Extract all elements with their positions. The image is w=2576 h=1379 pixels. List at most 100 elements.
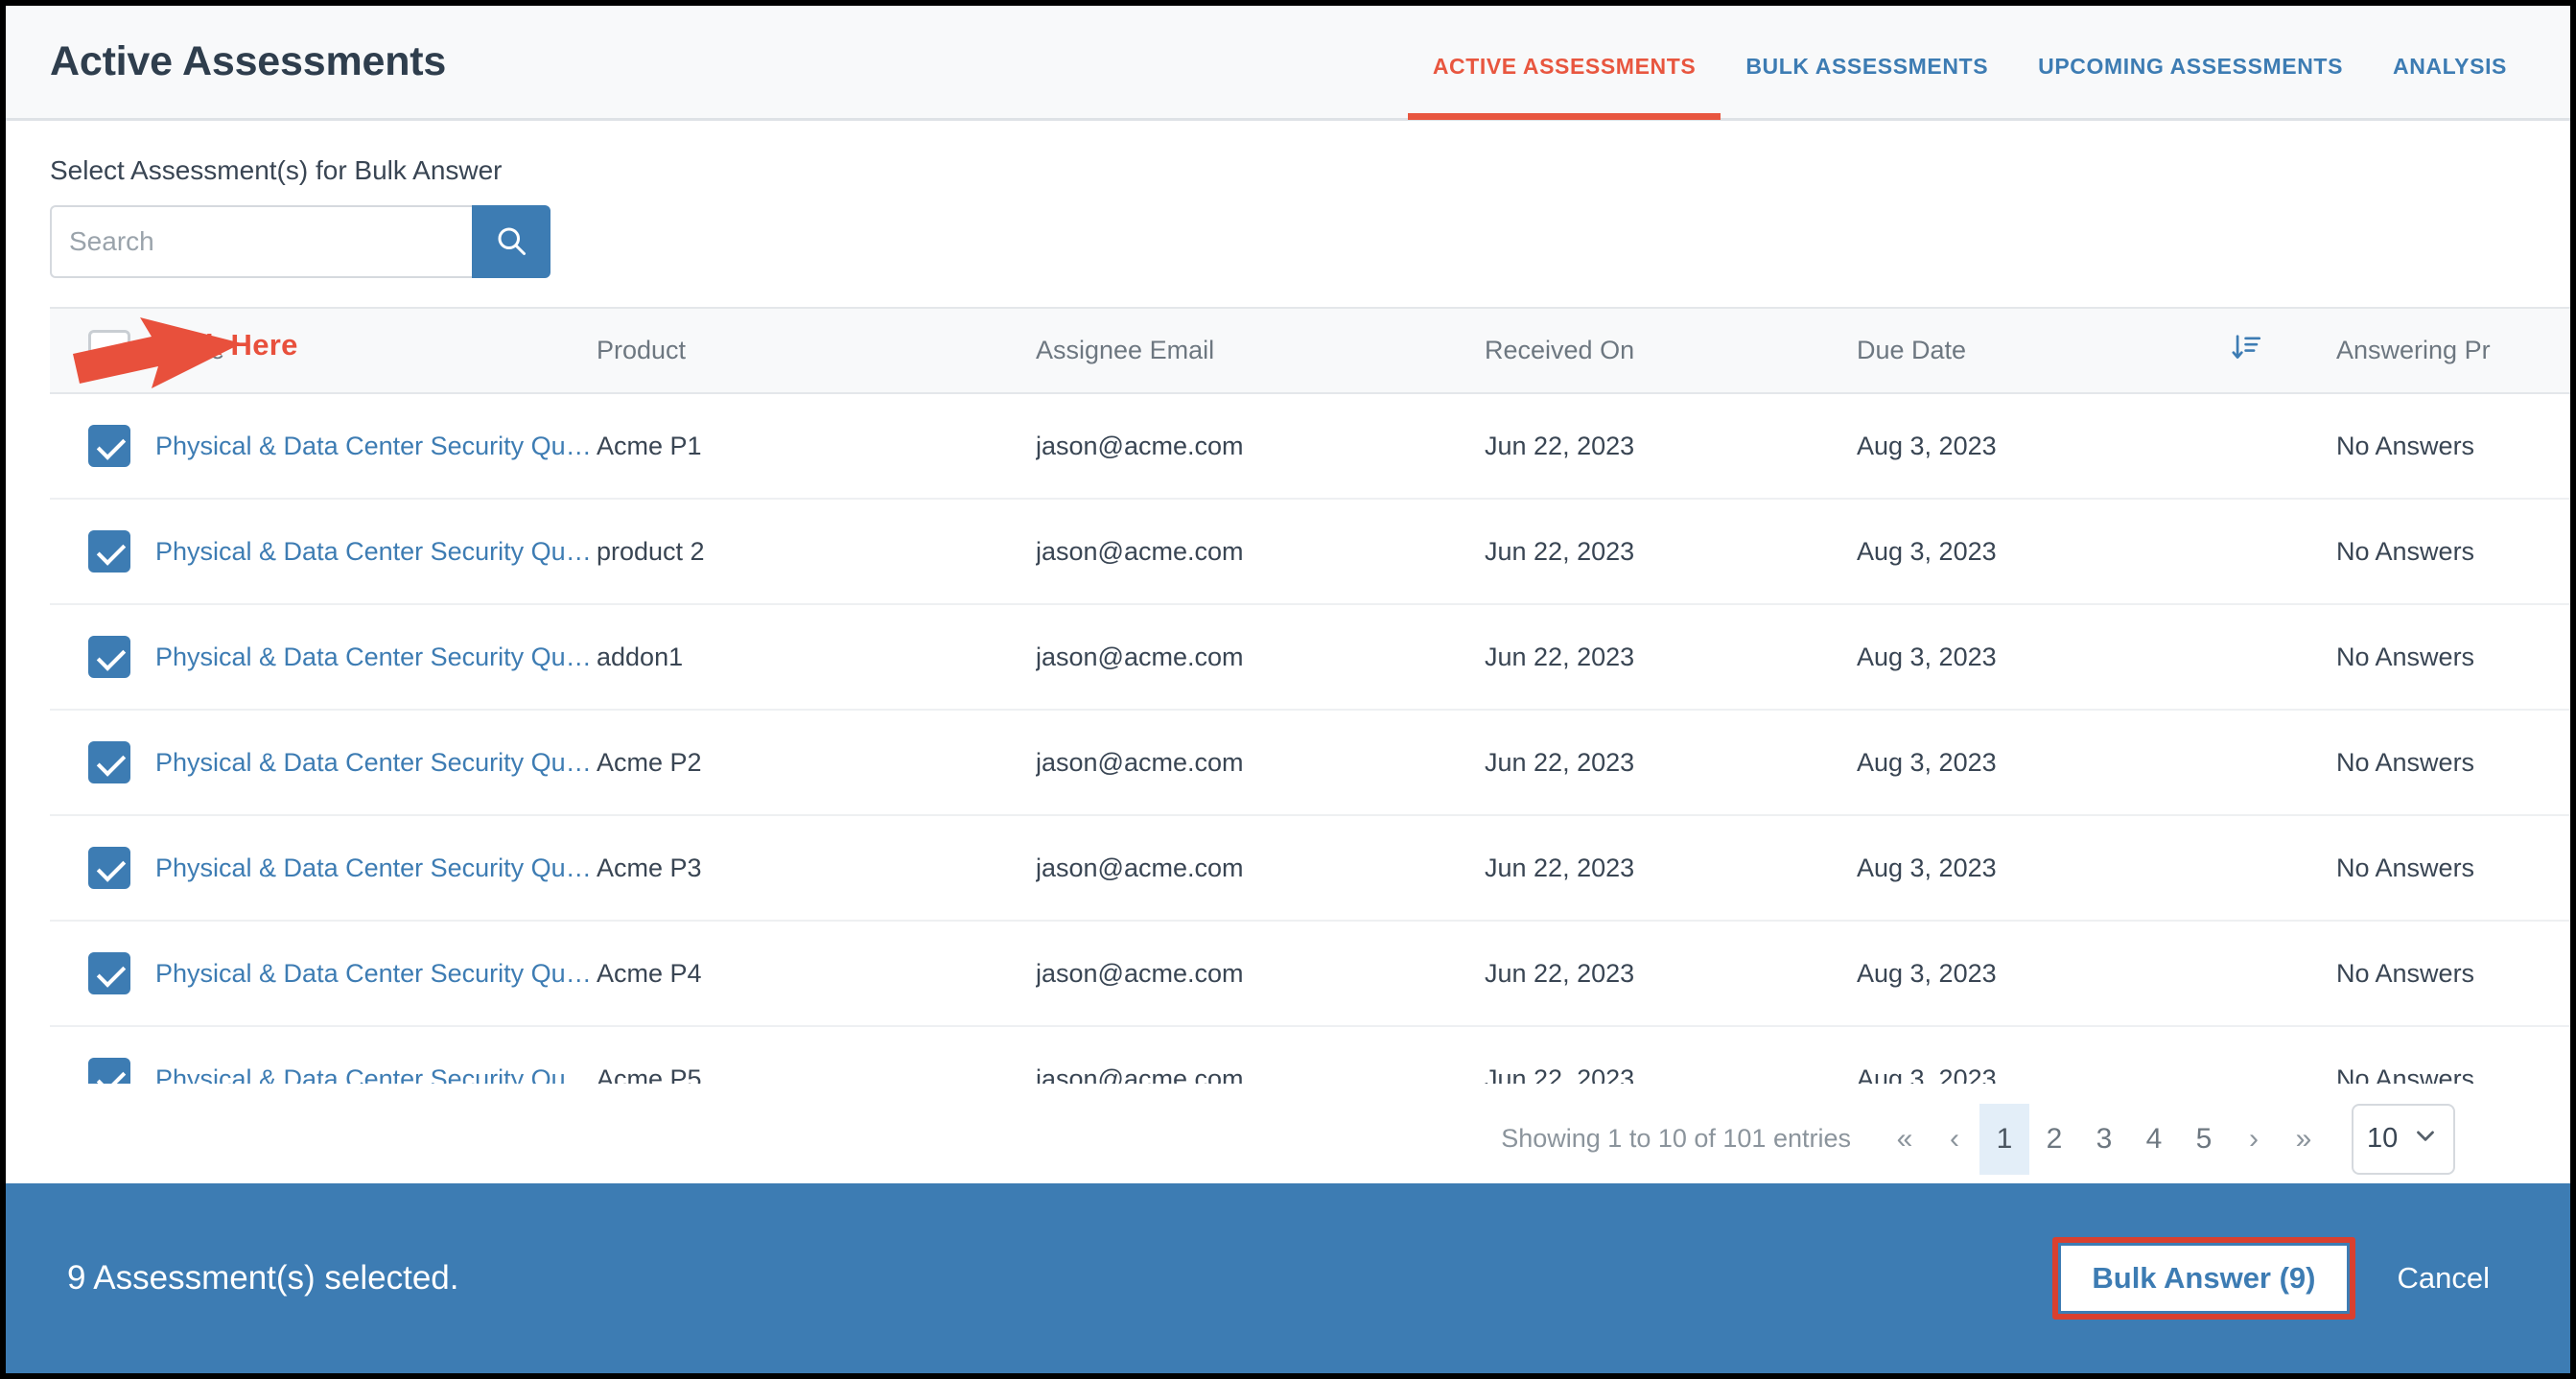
assessment-name-link[interactable]: Physical & Data Center Security Questio.… (155, 959, 597, 989)
pagination-page-1[interactable]: 1 (1979, 1103, 2029, 1175)
assessment-name-cell: Physical & Data Center Security Questio.… (155, 499, 597, 605)
pagination-prev-button[interactable]: ‹ (1930, 1104, 1979, 1175)
assignee-email-cell: jason@acme.com (1036, 815, 1485, 922)
row-checkbox[interactable] (88, 741, 130, 783)
due-date-cell: Aug 3, 2023 (1857, 1026, 2231, 1084)
search-button[interactable] (472, 205, 550, 278)
section-label: Select Assessment(s) for Bulk Answer (50, 155, 503, 185)
main-content: Select Assessment(s) for Bulk Answer Sea… (6, 121, 2570, 1260)
due-date-cell: Aug 3, 2023 (1857, 604, 2231, 711)
assignee-email-cell: jason@acme.com (1036, 499, 1485, 605)
search-group (50, 205, 550, 278)
app-window: Active Assessments ACTIVE ASSESSMENTS BU… (6, 6, 2570, 1373)
product-cell: product 2 (597, 499, 1036, 605)
table-row[interactable]: Physical & Data Center Security Questio.… (50, 815, 2570, 922)
assessment-name-cell: Physical & Data Center Security Questio.… (155, 393, 597, 500)
spacer-cell (2231, 1026, 2336, 1084)
table-header-row: Name Product Assignee Email Received On … (50, 309, 2570, 394)
row-select-cell (50, 604, 155, 711)
assessment-name-cell: Physical & Data Center Security Questio.… (155, 815, 597, 922)
spacer-cell (2231, 604, 2336, 711)
received-on-cell: Jun 22, 2023 (1485, 921, 1857, 1027)
spacer-cell (2231, 815, 2336, 922)
row-select-cell (50, 499, 155, 605)
row-checkbox[interactable] (88, 425, 130, 467)
row-checkbox[interactable] (88, 1058, 130, 1084)
table-row[interactable]: Physical & Data Center Security Questio.… (50, 604, 2570, 711)
cancel-button[interactable]: Cancel (2398, 1261, 2491, 1296)
pagination-page-2[interactable]: 2 (2029, 1104, 2079, 1175)
assignee-email-cell: jason@acme.com (1036, 604, 1485, 711)
answering-progress-cell: No Answers (2336, 604, 2570, 711)
column-header-answering-progress[interactable]: Answering Pr (2336, 309, 2570, 394)
spacer-cell (2231, 499, 2336, 605)
assessment-name-link[interactable]: Physical & Data Center Security Questio.… (155, 432, 597, 461)
received-on-cell: Jun 22, 2023 (1485, 815, 1857, 922)
assessment-name-cell: Physical & Data Center Security Questio.… (155, 1026, 597, 1084)
table-row[interactable]: Physical & Data Center Security Questio.… (50, 1026, 2570, 1084)
pagination-last-button[interactable]: » (2279, 1104, 2329, 1175)
received-on-cell: Jun 22, 2023 (1485, 710, 1857, 816)
row-checkbox[interactable] (88, 952, 130, 994)
column-header-received-on[interactable]: Received On (1485, 309, 1857, 394)
tab-bulk-assessments[interactable]: BULK ASSESSMENTS (1721, 55, 2013, 120)
select-all-checkbox[interactable] (88, 329, 130, 372)
chevron-down-icon (2411, 1121, 2440, 1157)
assessments-table: Name Product Assignee Email Received On … (50, 309, 2570, 1084)
search-icon (494, 223, 528, 261)
assessment-name-link[interactable]: Physical & Data Center Security Questio.… (155, 643, 597, 672)
row-select-cell (50, 1026, 155, 1084)
selected-count-text: 9 Assessment(s) selected. (67, 1259, 459, 1297)
showing-entries-text: Showing 1 to 10 of 101 entries (1501, 1124, 1851, 1153)
assignee-email-cell: jason@acme.com (1036, 921, 1485, 1027)
row-checkbox[interactable] (88, 530, 130, 573)
assessment-name-link[interactable]: Physical & Data Center Security Questio.… (155, 853, 597, 883)
answering-progress-cell: No Answers (2336, 815, 2570, 922)
column-header-assignee-email[interactable]: Assignee Email (1036, 309, 1485, 394)
bulk-answer-button[interactable]: Bulk Answer (9) (2061, 1246, 2347, 1311)
pagination-page-3[interactable]: 3 (2079, 1104, 2129, 1175)
row-select-cell (50, 393, 155, 500)
assignee-email-cell: jason@acme.com (1036, 1026, 1485, 1084)
select-all-header (50, 309, 155, 394)
assessment-name-link[interactable]: Physical & Data Center Security Questio.… (155, 748, 597, 778)
tab-active-assessments[interactable]: ACTIVE ASSESSMENTS (1407, 55, 1721, 120)
sort-indicator-cell[interactable] (2231, 309, 2336, 394)
assignee-email-cell: jason@acme.com (1036, 393, 1485, 500)
row-select-cell (50, 815, 155, 922)
tab-upcoming-assessments[interactable]: UPCOMING ASSESSMENTS (2013, 55, 2368, 120)
spacer-cell (2231, 393, 2336, 500)
received-on-cell: Jun 22, 2023 (1485, 499, 1857, 605)
search-input[interactable] (50, 205, 472, 278)
column-header-due-date[interactable]: Due Date (1857, 309, 2231, 394)
pagination-first-button[interactable]: « (1880, 1104, 1930, 1175)
assessments-table-scroll[interactable]: Name Product Assignee Email Received On … (50, 307, 2570, 1084)
product-cell: Acme P5 (597, 1026, 1036, 1084)
answering-progress-cell: No Answers (2336, 499, 2570, 605)
row-select-cell (50, 710, 155, 816)
assessment-name-link[interactable]: Physical & Data Center Security Questio.… (155, 1064, 597, 1085)
column-header-product[interactable]: Product (597, 309, 1036, 394)
pagination-page-5[interactable]: 5 (2179, 1104, 2229, 1175)
column-header-name[interactable]: Name (155, 309, 597, 394)
table-row[interactable]: Physical & Data Center Security Questio.… (50, 499, 2570, 605)
pagination-page-4[interactable]: 4 (2129, 1104, 2179, 1175)
row-checkbox[interactable] (88, 847, 130, 889)
bulk-answer-highlight: Bulk Answer (9) (2052, 1237, 2355, 1320)
answering-progress-cell: No Answers (2336, 921, 2570, 1027)
table-row[interactable]: Physical & Data Center Security Questio.… (50, 393, 2570, 500)
table-row[interactable]: Physical & Data Center Security Questio.… (50, 921, 2570, 1027)
page-size-select[interactable]: 10 (2352, 1103, 2455, 1175)
product-cell: Acme P1 (597, 393, 1036, 500)
tab-analysis[interactable]: ANALYSIS (2368, 55, 2532, 120)
due-date-cell: Aug 3, 2023 (1857, 393, 2231, 500)
assessment-name-link[interactable]: Physical & Data Center Security Questio.… (155, 537, 597, 567)
table-row[interactable]: Physical & Data Center Security Questio.… (50, 710, 2570, 816)
product-cell: Acme P4 (597, 921, 1036, 1027)
product-cell: Acme P2 (597, 710, 1036, 816)
pagination-next-button[interactable]: › (2229, 1104, 2279, 1175)
received-on-cell: Jun 22, 2023 (1485, 1026, 1857, 1084)
page-header: Active Assessments ACTIVE ASSESSMENTS BU… (6, 6, 2570, 121)
answering-progress-cell: No Answers (2336, 710, 2570, 816)
row-checkbox[interactable] (88, 636, 130, 678)
